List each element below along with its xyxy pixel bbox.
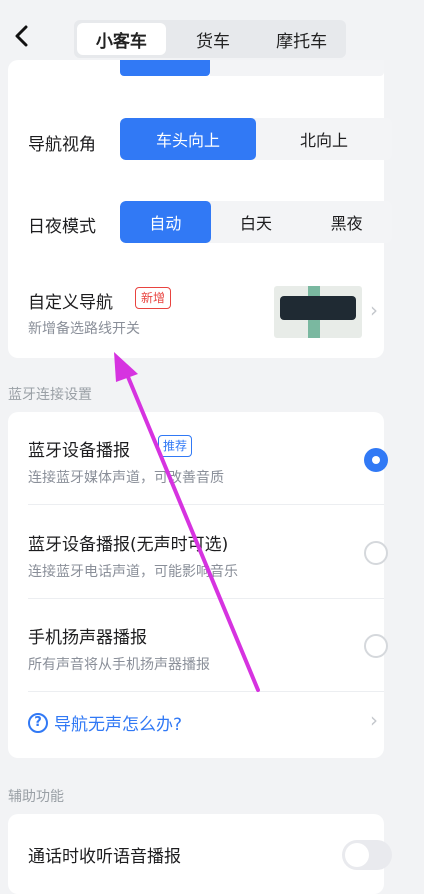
nav-view-heading-up-option[interactable]: 车头向上 [120, 118, 256, 160]
call-broadcast-toggle[interactable] [342, 840, 392, 870]
bluetooth-media-option-subtitle: 连接蓝牙媒体声道，可改善音质 [28, 470, 224, 486]
chevron-right-icon[interactable]: › [370, 298, 378, 322]
nav-view-segment: 车头向上 北向上 [120, 118, 392, 160]
chevron-right-icon[interactable]: › [370, 708, 378, 732]
accessibility-section-title: 辅助功能 [8, 789, 64, 805]
display-settings-card: 导航视角 车头向上 北向上 日夜模式 自动 白天 黑夜 自定义导航 新增 新增备… [8, 60, 392, 358]
bluetooth-phone-option-subtitle: 连接蓝牙电话声道，可能影响音乐 [28, 564, 238, 580]
bluetooth-phone-option-title[interactable]: 蓝牙设备播报(无声时可选) [28, 530, 228, 555]
help-link-label: 导航无声怎么办? [54, 715, 183, 735]
call-broadcast-label: 通话时收听语音播报 [28, 847, 181, 867]
nav-view-label: 导航视角 [28, 135, 96, 155]
day-night-segment: 自动 白天 黑夜 [120, 201, 392, 243]
bluetooth-phone-radio[interactable] [364, 541, 388, 565]
partial-option[interactable] [210, 60, 384, 76]
custom-nav-title[interactable]: 自定义导航 [28, 288, 113, 313]
day-night-day-option[interactable]: 白天 [211, 201, 302, 243]
partial-selected-option[interactable] [120, 60, 210, 76]
bluetooth-section-title: 蓝牙连接设置 [8, 387, 92, 403]
tab-car[interactable]: 小客车 [77, 23, 166, 55]
top-bar: 小客车 货车 摩托车 [0, 0, 424, 66]
phone-speaker-option-subtitle: 所有声音将从手机扬声器播报 [28, 657, 210, 673]
back-icon[interactable] [8, 22, 36, 50]
tab-motorcycle[interactable]: 摩托车 [257, 20, 346, 58]
phone-speaker-option-title[interactable]: 手机扬声器播报 [28, 623, 147, 648]
bluetooth-media-option-title[interactable]: 蓝牙设备播报 [28, 436, 130, 461]
custom-nav-subtitle: 新增备选路线开关 [28, 321, 140, 337]
divider [28, 504, 384, 505]
tab-truck[interactable]: 货车 [169, 20, 258, 58]
divider [28, 598, 384, 599]
day-night-night-option[interactable]: 黑夜 [301, 201, 392, 243]
day-night-label: 日夜模式 [28, 217, 96, 237]
help-icon: ? [28, 712, 48, 733]
bluetooth-card: 蓝牙设备播报 推荐 连接蓝牙媒体声道，可改善音质 蓝牙设备播报(无声时可选) 连… [8, 412, 388, 758]
day-night-auto-option[interactable]: 自动 [120, 201, 211, 243]
new-badge: 新增 [135, 287, 172, 309]
phone-speaker-radio[interactable] [364, 634, 388, 658]
vehicle-tabs: 小客车 货车 摩托车 [74, 20, 346, 58]
custom-nav-preview-image [274, 286, 362, 338]
accessibility-card: 通话时收听语音播报 [8, 814, 392, 894]
recommend-badge: 推荐 [158, 435, 193, 457]
divider [28, 691, 384, 692]
nav-view-north-up-option[interactable]: 北向上 [256, 118, 392, 160]
no-sound-help-link[interactable]: ? 导航无声怎么办? [28, 710, 182, 735]
bluetooth-media-radio[interactable] [364, 448, 388, 472]
